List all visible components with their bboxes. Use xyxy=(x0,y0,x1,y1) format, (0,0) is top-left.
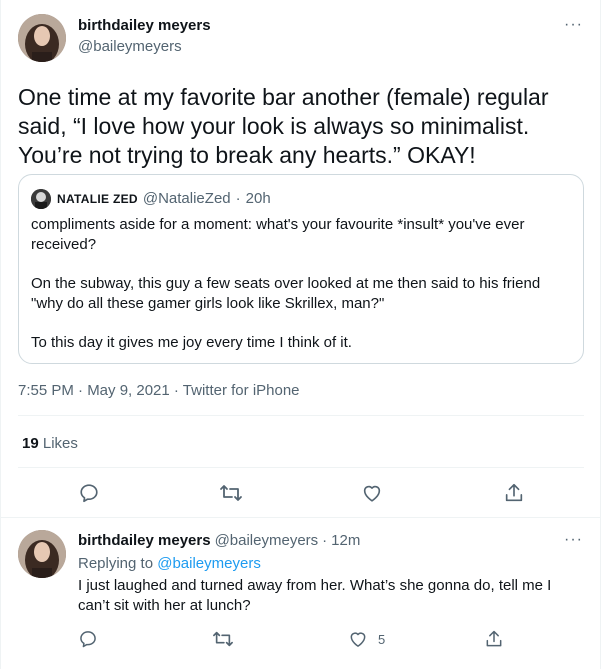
more-options-button[interactable]: ··· xyxy=(564,16,583,34)
likes-count: 19 xyxy=(22,435,39,452)
reply-time[interactable]: 12m xyxy=(331,532,360,549)
like-icon xyxy=(363,485,381,502)
retweet-icon xyxy=(220,485,242,501)
replying-to-handle[interactable]: @baileymeyers xyxy=(157,555,261,572)
avatar-photo-icon xyxy=(18,530,66,578)
quoted-paragraph-2: On the subway, this guy a few seats over… xyxy=(31,275,541,312)
quoted-time: 20h xyxy=(245,190,271,207)
quoted-author-handle: @NatalieZed xyxy=(142,190,231,207)
author-name[interactable]: birthdailey meyers xyxy=(78,17,211,34)
reply-like-count: 5 xyxy=(378,631,386,647)
quoted-paragraph-1: compliments aside for a moment: what's y… xyxy=(31,216,525,253)
quoted-tweet[interactable]: NATALIE ZED @NatalieZed · 20h compliment… xyxy=(18,174,584,364)
quoted-paragraph-3: To this day it gives me joy every time I… xyxy=(31,334,352,351)
replying-to: Replying to @baileymeyers xyxy=(78,555,261,572)
reply-icon xyxy=(80,631,96,648)
reply-reply-button[interactable] xyxy=(78,629,98,649)
tweet-timestamp[interactable]: 7:55 PM · May 9, 2021 · Twitter for iPho… xyxy=(18,382,300,399)
like-icon xyxy=(350,632,366,647)
share-button[interactable] xyxy=(503,482,525,504)
share-icon xyxy=(486,630,502,647)
quoted-author-avatar xyxy=(31,189,51,209)
likes-stat[interactable]: 19 Likes xyxy=(22,435,78,452)
retweet-button[interactable] xyxy=(219,482,243,504)
reply-share-button[interactable] xyxy=(484,629,504,649)
retweet-icon xyxy=(213,631,233,647)
quoted-avatar-photo-icon xyxy=(31,189,51,209)
divider xyxy=(18,415,584,416)
author-avatar[interactable] xyxy=(18,14,66,62)
divider xyxy=(0,517,601,518)
divider xyxy=(18,467,584,468)
author-handle[interactable]: @baileymeyers xyxy=(78,38,182,55)
share-icon xyxy=(505,483,523,502)
avatar-photo-icon xyxy=(18,14,66,62)
likes-label: Likes xyxy=(42,435,78,452)
reply-author-name[interactable]: birthdailey meyers xyxy=(78,532,211,549)
reply-separator: · xyxy=(322,532,328,549)
reply-author-handle[interactable]: @baileymeyers xyxy=(215,532,319,549)
replying-prefix: Replying to xyxy=(78,555,154,572)
reply-retweet-button[interactable] xyxy=(212,629,234,649)
quoted-author-name: NATALIE ZED xyxy=(57,192,138,206)
quoted-separator: · xyxy=(235,190,241,207)
reply-more-options-button[interactable]: ··· xyxy=(564,531,583,549)
reply-author-avatar[interactable] xyxy=(18,530,66,578)
reply-text: I just laughed and turned away from her.… xyxy=(78,577,552,614)
reply-like-button[interactable]: 5 xyxy=(348,629,385,649)
like-button[interactable] xyxy=(361,482,383,504)
reply-icon xyxy=(80,484,98,503)
reply-button[interactable] xyxy=(78,482,100,504)
tweet-text: One time at my favorite bar another (fem… xyxy=(18,84,549,168)
